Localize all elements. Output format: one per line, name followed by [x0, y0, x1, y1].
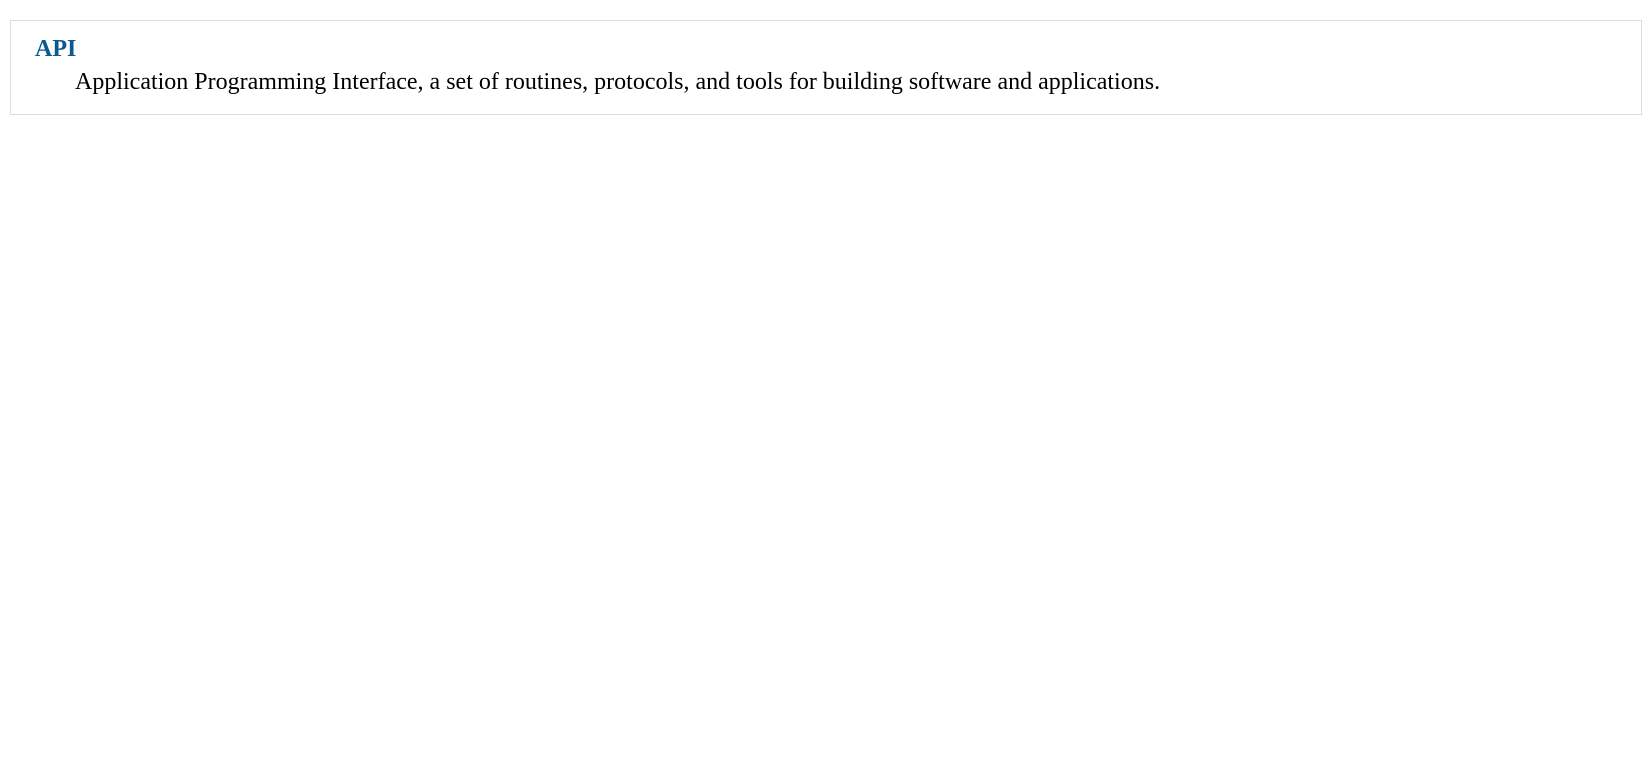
- definition-description: Application Programming Interface, a set…: [35, 67, 1617, 98]
- definition-box: API Application Programming Interface, a…: [10, 20, 1642, 115]
- definition-term: API: [35, 33, 1617, 67]
